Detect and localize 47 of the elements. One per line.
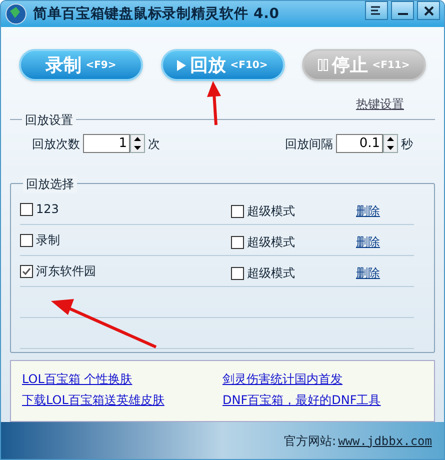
down-arrow-icon: [387, 146, 394, 150]
super-mode-label: 超级模式: [247, 203, 295, 220]
promo-link[interactable]: LOL百宝箱 个性换肤: [22, 370, 132, 388]
promo-link[interactable]: 剑灵伤害统计国内首发: [222, 370, 342, 388]
field-label: 回放次数: [32, 136, 80, 152]
delete-link[interactable]: 删除: [356, 202, 380, 220]
down-arrow-icon: [134, 146, 141, 150]
unit-label: 次: [148, 136, 160, 152]
macro-name: 录制: [36, 232, 60, 249]
promo-link[interactable]: 下载LOL百宝箱送英雄皮肤: [22, 391, 164, 409]
unit-label: 秒: [401, 136, 413, 152]
delete-link[interactable]: 删除: [356, 233, 380, 251]
super-mode-label: 超级模式: [247, 265, 295, 282]
up-arrow-icon: [387, 137, 394, 142]
checkbox[interactable]: [231, 236, 244, 248]
minimize-icon: [398, 13, 408, 15]
macro-name: 河东软件园: [36, 263, 96, 280]
close-button[interactable]: [417, 1, 440, 20]
checkbox[interactable]: [20, 264, 33, 278]
checkbox[interactable]: [231, 204, 244, 218]
window-title: 简单百宝箱键盘鼠标录制精灵软件 4.0: [33, 4, 280, 24]
count-field[interactable]: 1: [83, 134, 130, 153]
close-icon: [424, 6, 434, 16]
spin-button[interactable]: [130, 134, 145, 153]
annotation-arrow: [207, 81, 221, 126]
play-icon: [177, 60, 186, 70]
footer-label: 官方网站:: [284, 432, 336, 450]
group-title: 回放设置: [22, 111, 76, 129]
interval-field[interactable]: 0.1: [336, 134, 383, 153]
checkbox[interactable]: [231, 266, 244, 280]
pause-icon: [318, 59, 328, 71]
spin-button[interactable]: [383, 134, 398, 153]
minimize-button[interactable]: [391, 1, 414, 20]
menu-icon: [371, 6, 382, 15]
menu-button[interactable]: [365, 1, 388, 20]
super-mode-label: 超级模式: [247, 234, 295, 251]
globe-icon: [5, 3, 27, 25]
checkbox[interactable]: [20, 234, 33, 246]
group-title: 回放选择: [23, 175, 77, 193]
checkbox[interactable]: [20, 202, 33, 216]
delete-link[interactable]: 删除: [356, 264, 380, 282]
field-label: 回放间隔: [285, 136, 333, 152]
hotkey-settings-link[interactable]: 热键设置: [356, 95, 404, 113]
promo-link[interactable]: DNF百宝箱，最好的DNF工具: [222, 391, 381, 409]
macro-name: 123: [36, 201, 59, 218]
up-arrow-icon: [134, 137, 141, 142]
website-link[interactable]: www.jdbbx.com: [338, 432, 432, 450]
